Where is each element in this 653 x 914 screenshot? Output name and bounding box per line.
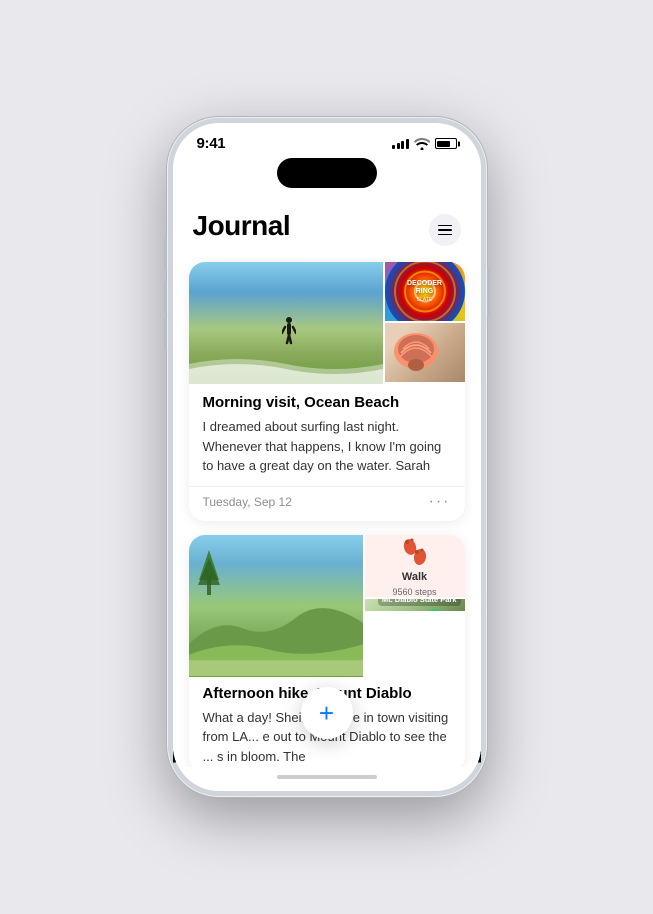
wifi-icon [414, 138, 430, 150]
new-entry-button[interactable]: + [301, 687, 353, 739]
seashell-svg [391, 327, 441, 373]
dynamic-island-area [173, 158, 481, 194]
walk-steps: 9560 steps [392, 587, 436, 597]
status-icons [392, 138, 457, 150]
home-bar [277, 775, 377, 779]
photo-collage-1: DECODERRING SLATE [189, 262, 465, 382]
map-pin-icon [425, 609, 443, 611]
entry1-text: I dreamed about surfing last night. When… [203, 417, 451, 476]
map-label: Mt. Diablo State Park [378, 599, 461, 606]
right-col-photos: DECODERRING SLATE [385, 262, 465, 322]
more-button-1[interactable]: ··· [429, 493, 451, 511]
status-bar: 9:41 [173, 123, 481, 158]
page-title: Journal [193, 210, 291, 242]
dynamic-island [277, 158, 377, 188]
walk-label: Walk [402, 571, 427, 583]
entry1-title: Morning visit, Ocean Beach [203, 394, 451, 411]
phone-screen: 9:41 Journal [173, 123, 481, 791]
home-indicator-area [173, 767, 481, 791]
collage2-right: Walk 9560 steps [365, 535, 465, 605]
app-header: Journal [173, 194, 481, 254]
photo-collage-2: Walk 9560 steps [189, 535, 465, 675]
menu-button[interactable] [429, 214, 461, 246]
signal-icon [392, 139, 409, 149]
seashell-photo [385, 323, 465, 382]
phone-frame: 9:41 Journal [167, 117, 487, 797]
plus-icon: + [319, 700, 334, 726]
walk-tile: Walk 9560 steps [365, 535, 465, 597]
entry1-date: Tuesday, Sep 12 [203, 495, 292, 509]
entry1-footer: Tuesday, Sep 12 ··· [189, 486, 465, 521]
hamburger-icon [438, 225, 452, 236]
app-content: Journal [173, 194, 481, 767]
decoder-ring-photo: DECODERRING SLATE [385, 262, 465, 321]
beach-photo [189, 262, 383, 384]
entry1-content: Morning visit, Ocean Beach I dreamed abo… [189, 382, 465, 486]
entry-card-1[interactable]: DECODERRING SLATE [189, 262, 465, 521]
map-tile: Mt. Diablo State Park [365, 599, 465, 611]
footsteps-icon [400, 535, 430, 567]
diablo-photo [189, 535, 363, 677]
battery-icon [435, 138, 457, 149]
status-time: 9:41 [197, 135, 226, 152]
surfer-silhouette [282, 317, 296, 347]
